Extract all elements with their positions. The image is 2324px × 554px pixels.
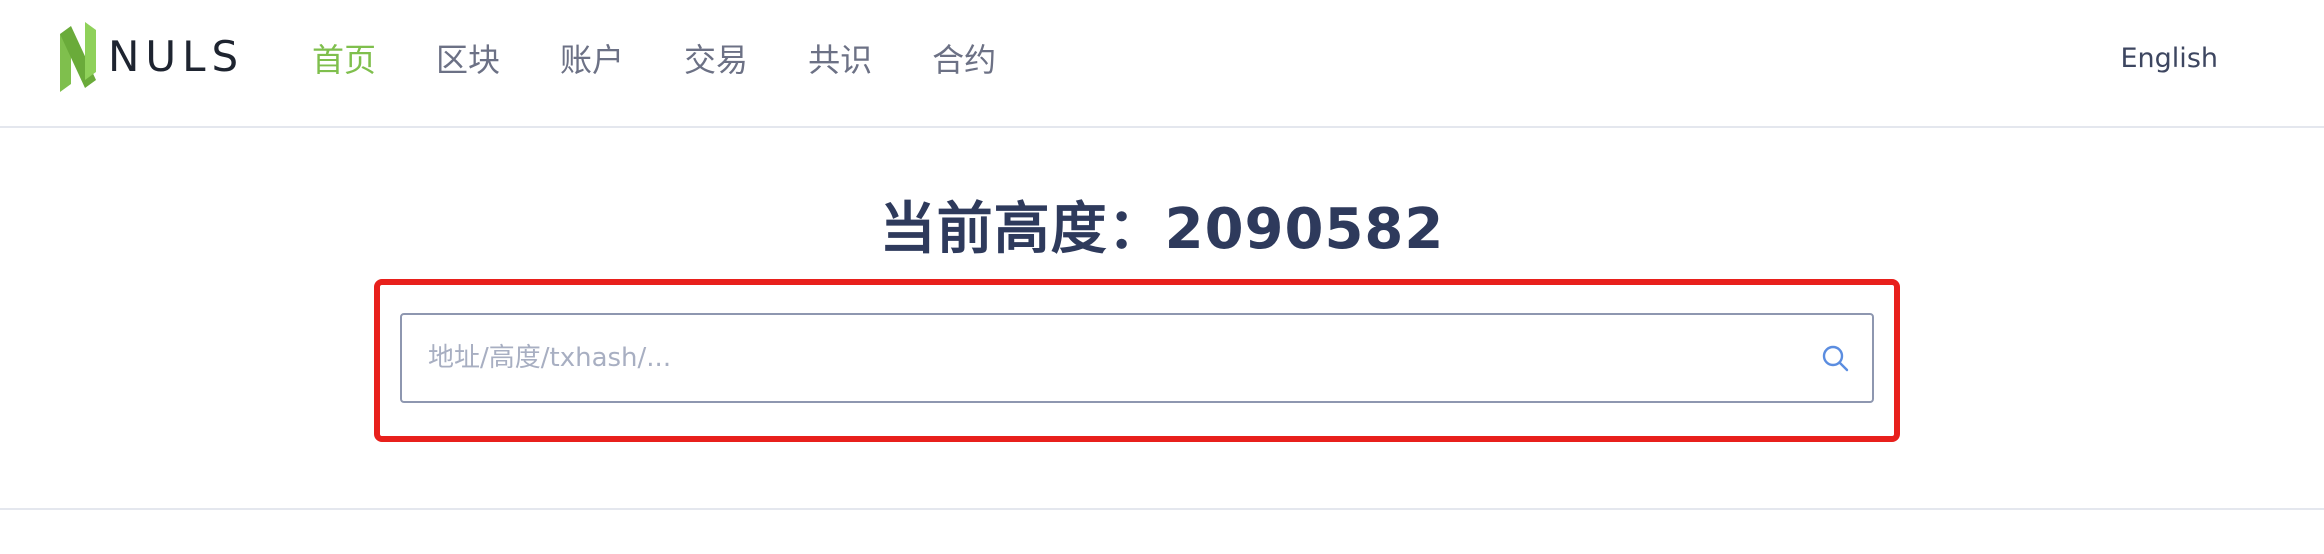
nuls-logo-icon <box>60 22 96 92</box>
nav-item-accounts[interactable]: 账户 <box>560 35 624 81</box>
nav-item-contracts[interactable]: 合约 <box>932 35 996 81</box>
language-switch[interactable]: English <box>2121 0 2219 116</box>
search-icon[interactable] <box>1820 343 1850 373</box>
logo-text: NULS <box>108 32 245 81</box>
nav-item-blocks[interactable]: 区块 <box>436 35 500 81</box>
top-header: NULS 首页 区块 账户 交易 共识 合约 English <box>0 0 2324 128</box>
nav-item-consensus[interactable]: 共识 <box>808 35 872 81</box>
section-divider <box>0 508 2324 510</box>
current-height-title: 当前高度：2090582 <box>879 197 1445 262</box>
nav-item-transactions[interactable]: 交易 <box>684 35 748 81</box>
nuls-logo[interactable]: NULS <box>54 18 244 96</box>
main-nav: 首页 区块 账户 交易 共识 合约 <box>312 0 1056 116</box>
main-content: 当前高度：2090582 <box>0 128 2324 508</box>
nav-item-home[interactable]: 首页 <box>312 35 376 81</box>
search-box <box>400 313 1874 403</box>
search-input[interactable] <box>402 314 1820 402</box>
